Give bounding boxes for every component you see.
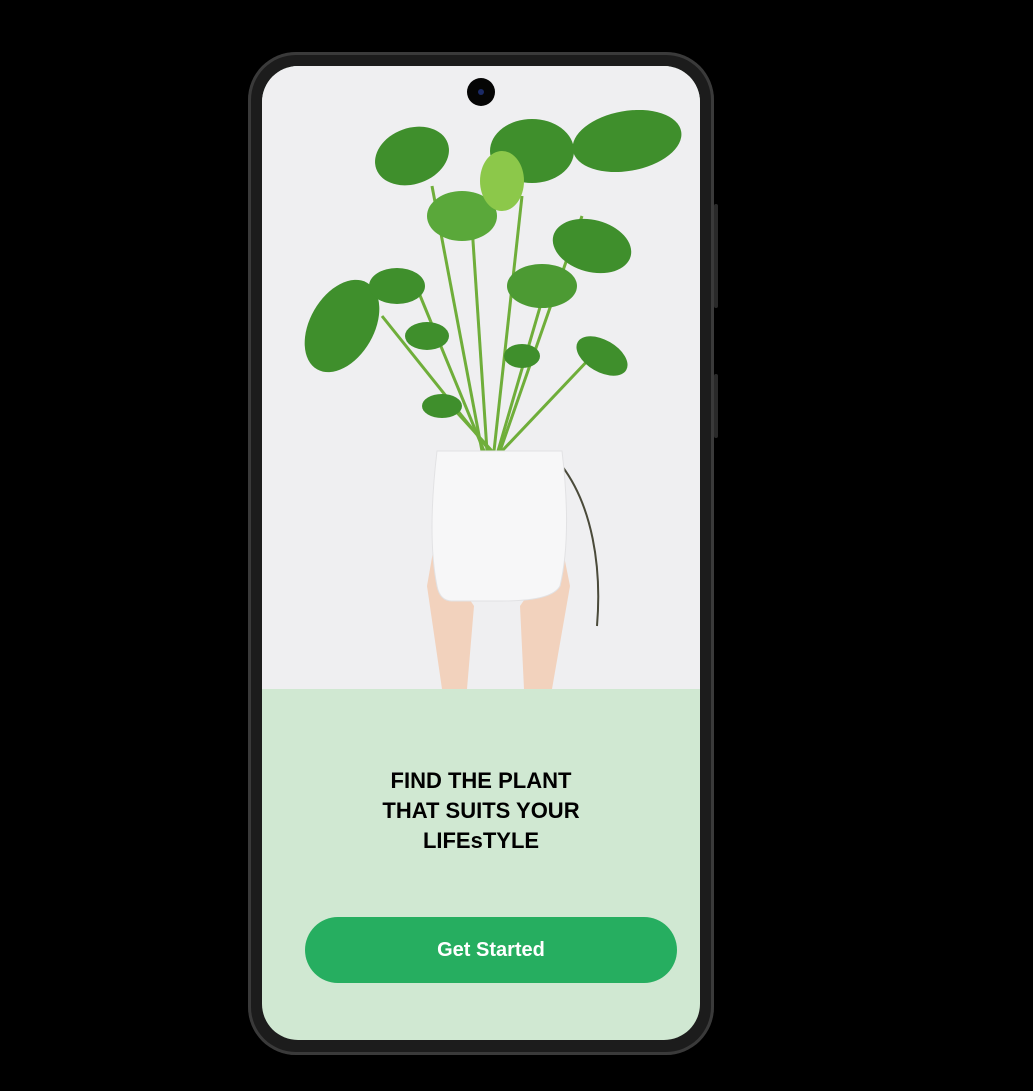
onboarding-headline: FIND THE PLANT THAT SUITS YOUR LIFEsTYLE: [262, 766, 700, 856]
volume-button: [714, 204, 718, 308]
phone-frame: FIND THE PLANT THAT SUITS YOUR LIFEsTYLE…: [248, 52, 718, 1055]
app-screen: FIND THE PLANT THAT SUITS YOUR LIFEsTYLE…: [262, 66, 700, 1040]
get-started-button[interactable]: Get Started: [305, 917, 677, 983]
headline-line: THAT SUITS YOUR: [382, 798, 580, 823]
headline-line: LIFEsTYLE: [422, 828, 540, 853]
hero-plant-image: [262, 66, 700, 689]
front-camera-icon: [467, 78, 495, 106]
plant-illustration: [304, 109, 682, 689]
power-button: [714, 374, 718, 438]
headline-line: FIND THE PLANT: [390, 768, 572, 793]
